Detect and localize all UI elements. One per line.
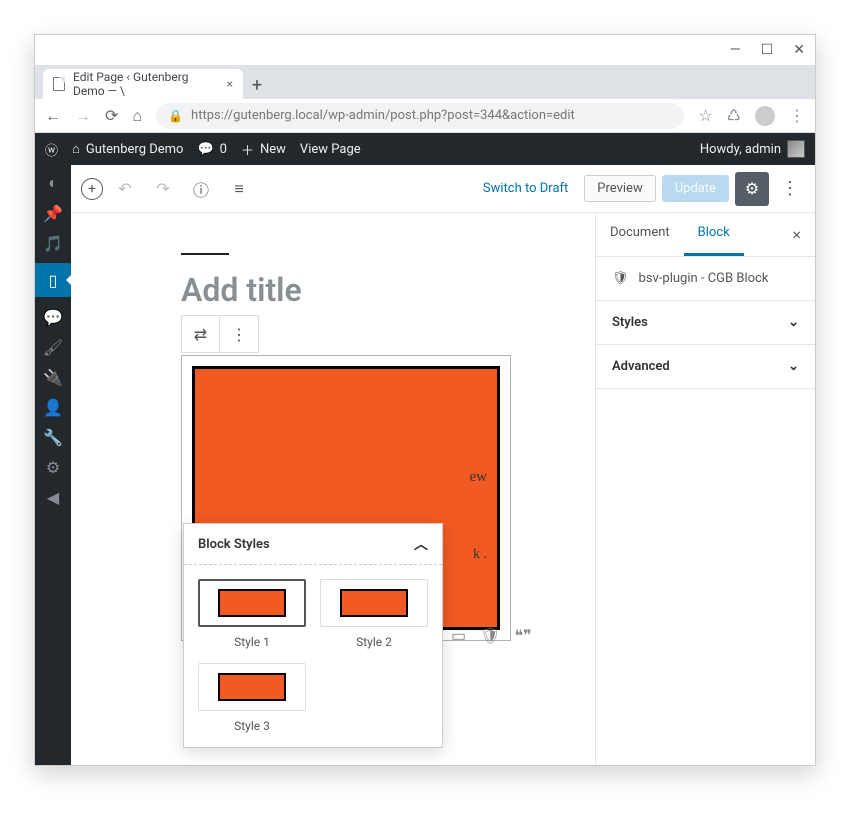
screen-icon[interactable]: ▭ [451,626,466,645]
style-option[interactable]: Style 1 [198,579,306,649]
post-title-input[interactable]: Add title [181,271,575,309]
tab-document[interactable]: Document [596,213,684,256]
panel-advanced[interactable]: Advanced ⌄ [596,345,815,389]
star-icon[interactable]: ☆ [698,106,712,125]
add-block-button[interactable]: + [81,178,103,200]
style-label: Style 2 [320,635,428,649]
dashboard-icon[interactable]: ◐ [43,173,63,193]
close-window-icon[interactable]: ✕ [793,42,805,58]
collapse-icon[interactable]: ◀ [43,487,63,507]
minimize-icon[interactable]: — [730,42,741,58]
site-link[interactable]: ⌂ Gutenberg Demo [72,141,183,157]
pages-icon[interactable]: ▯ [35,263,71,297]
style-option[interactable]: Style 2 [320,579,428,649]
home-icon[interactable]: ⌂ [132,106,142,126]
comment-icon: 💬 [197,142,213,157]
url-text: https://gutenberg.local/wp-admin/post.ph… [191,108,575,123]
outline-icon[interactable]: ≡ [223,173,255,205]
title-rule [181,253,229,255]
appearance-icon[interactable]: 🖌 [43,337,63,357]
transform-block-icon[interactable]: ⇄ [182,316,220,352]
more-menu-icon[interactable]: ⋮ [775,178,805,199]
plus-icon: ＋ [241,140,254,159]
redo-icon[interactable]: ↷ [147,173,179,205]
lock-icon: 🔒 [168,109,183,123]
back-icon[interactable]: ← [45,106,61,126]
tools-icon[interactable]: 🔧 [43,427,63,447]
block-card: 🛡 bsv-plugin - CGB Block [596,257,815,301]
tab-title: Edit Page ‹ Gutenberg Demo — \ [73,70,215,98]
browser-tab[interactable]: Edit Page ‹ Gutenberg Demo — \ × [43,69,243,99]
extension-icon[interactable]: ♺ [727,106,741,125]
style-label: Style 3 [198,719,306,733]
window-controls: — ☐ ✕ [35,35,815,65]
preview-button[interactable]: Preview [584,175,655,202]
block-name: bsv-plugin - CGB Block [639,271,769,286]
plugins-icon[interactable]: 🔌 [43,367,63,387]
address-bar[interactable]: 🔒 https://gutenberg.local/wp-admin/post.… [156,103,684,129]
maximize-icon[interactable]: ☐ [761,42,774,58]
chevron-up-icon[interactable]: ︿ [414,534,428,554]
popover-title: Block Styles [198,537,270,552]
close-tab-icon[interactable]: × [227,77,233,91]
quote-icon[interactable]: ❝❞ [514,626,531,645]
users-icon[interactable]: 👤 [43,397,63,417]
block-styles-popover: Block Styles ︿ Style 1 Style 2 Style 3 [183,523,443,748]
info-icon[interactable]: ⓘ [185,173,217,205]
media-icon[interactable]: 🎵 [43,233,63,253]
undo-icon[interactable]: ↶ [109,173,141,205]
style-label: Style 1 [198,635,306,649]
shield-icon: 🛡 [612,271,629,286]
wp-logo-icon[interactable]: ⓦ [45,140,58,159]
howdy-user[interactable]: Howdy, admin [700,140,805,158]
tab-block[interactable]: Block [684,213,744,256]
new-content-link[interactable]: ＋ New [241,140,286,159]
shield-icon[interactable]: 🛡 [480,626,500,645]
admin-menu: ◐ 📌 🎵 ▯ 💬 🖌 🔌 👤 🔧 ⚙ ◀ [35,165,71,765]
block-more-icon[interactable]: ⋮ [220,316,258,352]
profile-avatar-icon[interactable] [755,106,775,126]
reload-icon[interactable]: ⟳ [105,106,118,125]
page-icon [53,77,65,91]
forward-icon[interactable]: → [75,106,91,126]
style-option[interactable]: Style 3 [198,663,306,733]
view-page-link[interactable]: View Page [300,142,361,157]
comments-menu-icon[interactable]: 💬 [43,307,63,327]
settings-icon[interactable]: ⚙ [43,457,63,477]
browser-menu-icon[interactable]: ⋮ [789,106,805,125]
chevron-down-icon: ⌄ [788,315,799,330]
panel-styles[interactable]: Styles ⌄ [596,301,815,345]
block-appender: ▭ 🛡 ❝❞ [451,626,532,645]
switch-to-draft-link[interactable]: Switch to Draft [483,181,568,196]
home-icon: ⌂ [72,141,80,157]
close-sidebar-icon[interactable]: × [778,213,815,256]
user-avatar-icon [787,140,805,158]
new-tab-button[interactable]: + [243,71,271,99]
block-toolbar: ⇄ ⋮ [181,315,259,353]
chevron-down-icon: ⌄ [788,359,799,374]
comments-link[interactable]: 💬 0 [197,142,227,157]
update-button[interactable]: Update [662,175,729,202]
pin-icon[interactable]: 📌 [43,203,63,223]
settings-gear-button[interactable]: ⚙ [735,172,769,206]
